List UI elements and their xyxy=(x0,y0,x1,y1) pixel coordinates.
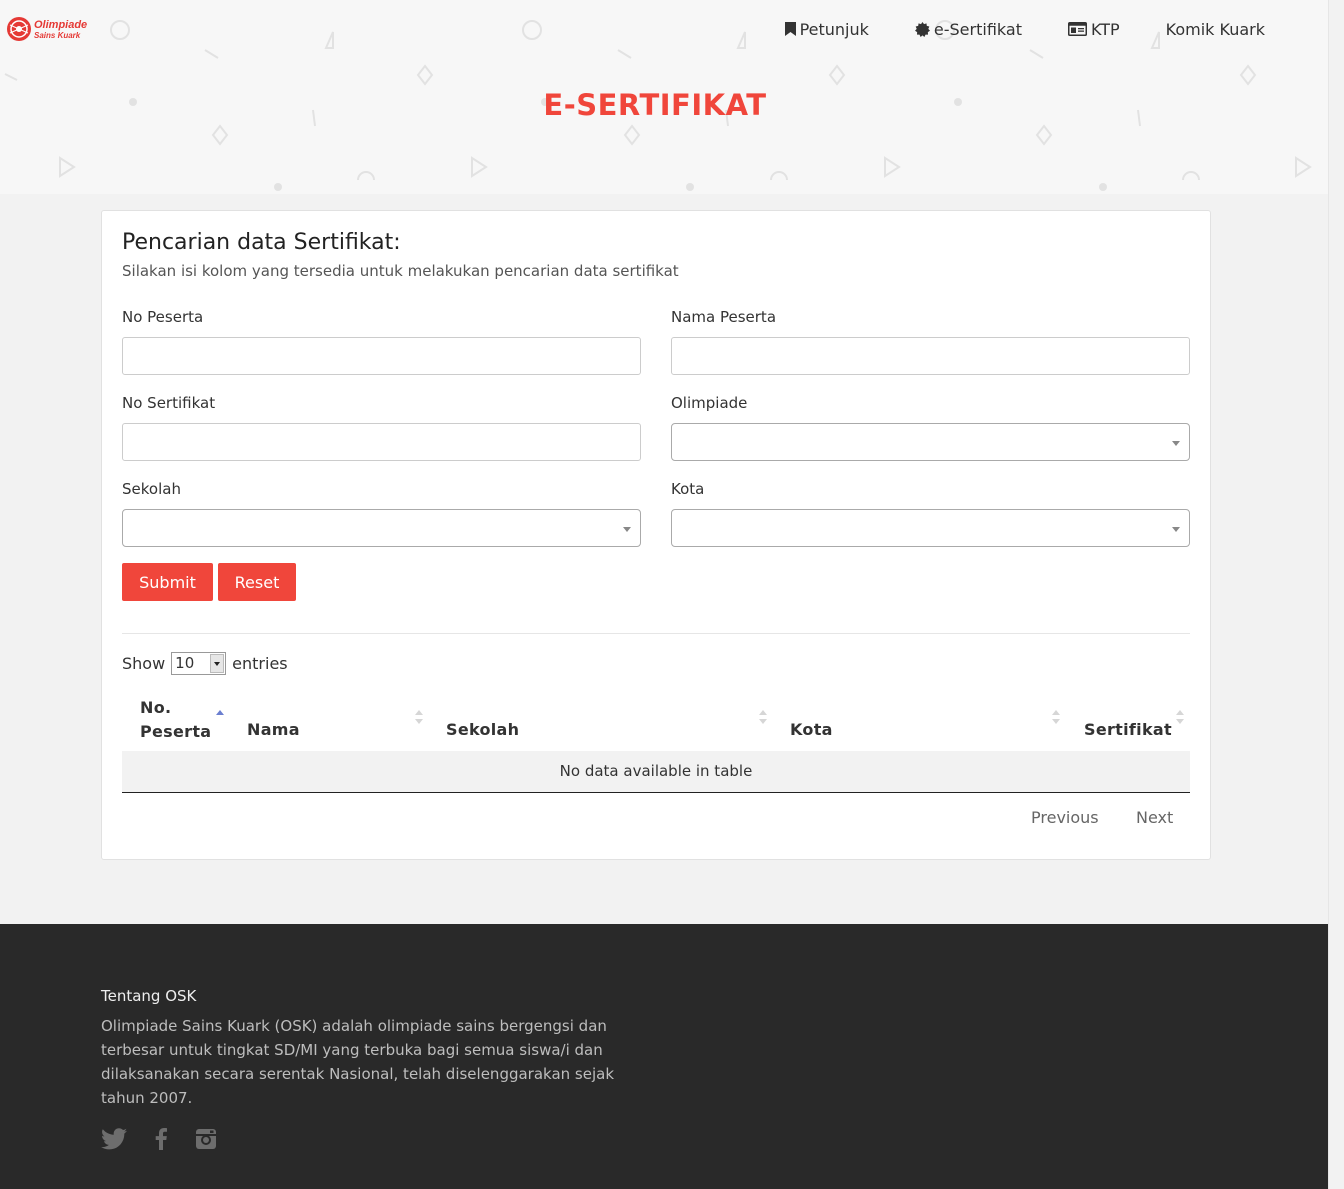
column-header-line: No. xyxy=(140,698,172,717)
search-subtitle: Silakan isi kolom yang tersedia untuk me… xyxy=(122,262,679,280)
no-peserta-label: No Peserta xyxy=(122,308,204,326)
nav-e-sertifikat[interactable]: e-Sertifikat xyxy=(892,18,1045,40)
nav-petunjuk[interactable]: Petunjuk xyxy=(762,18,892,40)
sekolah-select[interactable] xyxy=(122,509,641,547)
column-header-no-peserta[interactable]: No. Peserta xyxy=(140,696,211,744)
column-header-sekolah[interactable]: Sekolah xyxy=(446,720,519,739)
twitter-icon[interactable] xyxy=(101,1128,127,1150)
chevron-down-icon xyxy=(210,654,225,673)
facebook-icon[interactable] xyxy=(155,1128,167,1150)
olimpiade-select[interactable] xyxy=(671,423,1190,461)
sort-both-icon xyxy=(1176,710,1184,724)
nav-label: KTP xyxy=(1090,19,1120,39)
show-entries-control: Show 10 entries xyxy=(122,652,288,675)
sort-both-icon xyxy=(1052,710,1060,724)
footer-title: Tentang OSK xyxy=(101,987,197,1005)
kota-select[interactable] xyxy=(671,509,1190,547)
nav-label: Komik Kuark xyxy=(1165,19,1265,39)
main-nav: Petunjuk e-Sertifikat KTP Komik Kuark xyxy=(762,18,1288,40)
no-peserta-input[interactable] xyxy=(122,337,641,375)
bookmark-icon xyxy=(784,22,796,36)
entries-length-select[interactable]: 10 xyxy=(171,652,227,675)
column-header-nama[interactable]: Nama xyxy=(247,720,300,739)
next-button[interactable]: Next xyxy=(1136,808,1173,827)
id-card-icon xyxy=(1067,22,1087,36)
search-card: Pencarian data Sertifikat: Silakan isi k… xyxy=(101,210,1211,860)
chevron-down-icon xyxy=(1172,527,1180,532)
search-title: Pencarian data Sertifikat: xyxy=(122,230,401,255)
table-header: No. Peserta Nama Sekolah Kota Sertifikat xyxy=(122,691,1190,751)
sekolah-label: Sekolah xyxy=(122,480,181,498)
entries-label: entries xyxy=(232,654,288,673)
nav-label: Petunjuk xyxy=(799,19,869,39)
nav-ktp[interactable]: KTP xyxy=(1045,18,1143,40)
site-logo[interactable]: Olimpiade Sains Kuark xyxy=(6,16,102,42)
column-header-sertifikat[interactable]: Sertifikat xyxy=(1084,720,1172,739)
column-header-line: Peserta xyxy=(140,722,212,741)
svg-text:Olimpiade: Olimpiade xyxy=(34,19,87,31)
column-header-kota[interactable]: Kota xyxy=(790,720,833,739)
no-sertifikat-label: No Sertifikat xyxy=(122,394,216,412)
sort-asc-icon xyxy=(216,710,224,715)
kota-label: Kota xyxy=(671,480,705,498)
olimpiade-logo-icon: Olimpiade Sains Kuark xyxy=(7,17,87,41)
sort-both-icon xyxy=(415,710,423,724)
nav-label: e-Sertifikat xyxy=(933,19,1022,39)
previous-button[interactable]: Previous xyxy=(1031,808,1099,827)
svg-text:Sains Kuark: Sains Kuark xyxy=(34,31,81,40)
entries-length-value: 10 xyxy=(175,654,195,672)
badge-icon xyxy=(914,21,930,37)
divider xyxy=(122,633,1190,634)
submit-button[interactable]: Submit xyxy=(122,563,213,601)
nama-peserta-input[interactable] xyxy=(671,337,1190,375)
chevron-down-icon xyxy=(623,527,631,532)
chevron-down-icon xyxy=(1172,441,1180,446)
page-title: E-SERTIFIKAT xyxy=(543,88,767,122)
olimpiade-label: Olimpiade xyxy=(671,394,748,412)
instagram-icon[interactable] xyxy=(195,1128,217,1150)
nama-peserta-label: Nama Peserta xyxy=(671,308,777,326)
table-empty-row: No data available in table xyxy=(122,751,1190,793)
hero-header: Olimpiade Sains Kuark Petunjuk e-Sertifi… xyxy=(0,0,1328,194)
reset-button[interactable]: Reset xyxy=(218,563,296,601)
no-sertifikat-input[interactable] xyxy=(122,423,641,461)
footer-description: Olimpiade Sains Kuark (OSK) adalah olimp… xyxy=(101,1017,615,1107)
page: Olimpiade Sains Kuark Petunjuk e-Sertifi… xyxy=(0,0,1328,1189)
nav-komik-kuark[interactable]: Komik Kuark xyxy=(1143,18,1288,40)
sort-both-icon xyxy=(759,710,767,724)
show-label: Show xyxy=(122,654,166,673)
footer: Tentang OSK Olimpiade Sains Kuark (OSK) … xyxy=(0,924,1328,1189)
vertical-scrollbar[interactable] xyxy=(1328,0,1344,1189)
